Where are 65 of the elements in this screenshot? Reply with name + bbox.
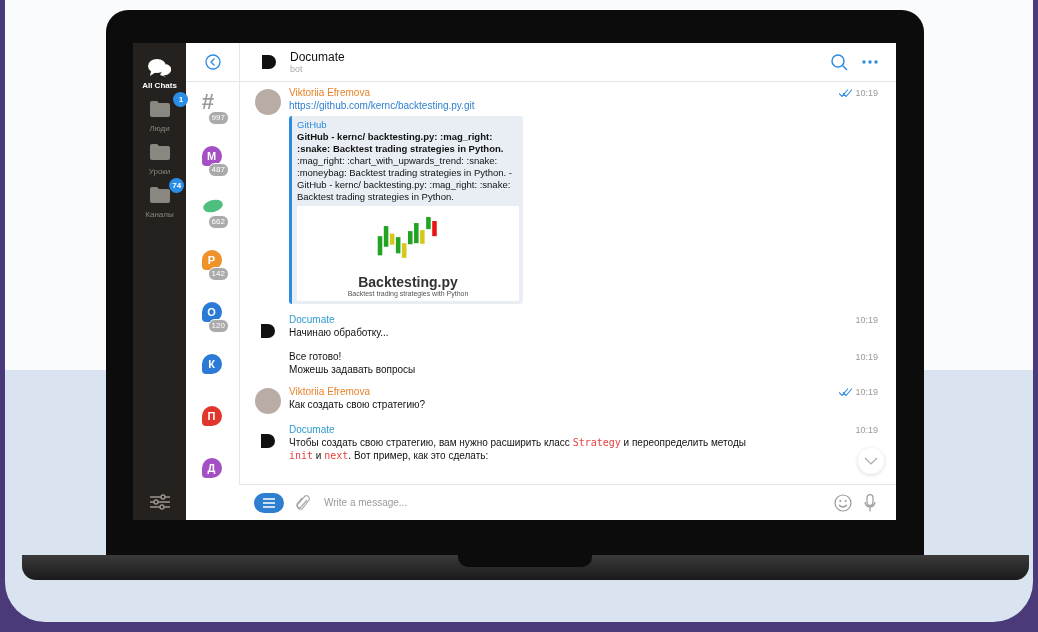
- more-icon[interactable]: [862, 60, 878, 64]
- message-input[interactable]: Write a message...: [322, 496, 822, 509]
- message-text: Чтобы создать свою стратегию, вам нужно расширить класс Strategy и переопределить методы init и next. Вот пример, как это сделать:: [289, 436, 746, 462]
- back-icon[interactable]: [204, 54, 221, 70]
- unread-count: 120: [207, 319, 229, 333]
- unread-badge: 74: [169, 178, 185, 193]
- unread-count: 487: [207, 163, 229, 177]
- preview-title: GitHub - kernc/ backtesting.py: :mag_right: :snake: Backtest trading strategies in Python.: [297, 131, 505, 155]
- unread-count: 662: [207, 215, 229, 229]
- menu-button[interactable]: [254, 492, 284, 513]
- chat-avatar: Д: [201, 458, 222, 478]
- message-author: Documate: [289, 423, 335, 436]
- message-text: https://github.com/kernc/backtesting.py.git: [289, 99, 475, 112]
- message-text: Начинаю обработку...: [289, 326, 389, 339]
- chat-item[interactable]: Р 142: [197, 250, 228, 283]
- folder-icon: [149, 187, 170, 203]
- avatar-photo-placeholder: [255, 388, 281, 414]
- preview-site: GitHub: [297, 119, 328, 131]
- bot-logo-icon: [262, 55, 276, 69]
- message-time: 10:19: [855, 351, 878, 362]
- search-icon[interactable]: [831, 53, 848, 71]
- chat-item[interactable]: Д: [197, 458, 228, 485]
- message-time: 10:19: [855, 424, 878, 435]
- link-preview-card[interactable]: [289, 116, 523, 304]
- message-author: Viktoriia Efremova: [289, 385, 370, 398]
- folder-icon: [149, 101, 170, 117]
- chat-avatar: Р: [201, 250, 222, 270]
- microphone-icon[interactable]: [864, 493, 876, 512]
- chat-title: Documate: [290, 50, 346, 64]
- message-time: 10:19: [855, 314, 878, 325]
- folder-tab[interactable]: Люди: [149, 101, 170, 133]
- message-time: 10:19: [855, 87, 878, 98]
- message-time: 10:19: [855, 386, 878, 397]
- chat-item[interactable]: О 120: [197, 302, 228, 335]
- unread-count: 142: [207, 267, 229, 281]
- emoji-icon[interactable]: [834, 493, 852, 512]
- unread-count: 997: [207, 111, 229, 125]
- settings-sliders-icon[interactable]: [149, 494, 170, 510]
- chat-avatar: #: [201, 94, 215, 110]
- folder-tab[interactable]: Уроки: [148, 144, 171, 176]
- folder-icon: [149, 144, 170, 160]
- chat-item[interactable]: К: [197, 354, 228, 387]
- chat-avatar: О: [201, 302, 222, 322]
- preview-description: :mag_right: :chart_with_upwards_trend: :snake: :moneybag: Backtest trading strategies in Python. - GitHub - kernc/ backtesting.py: :mag_right: :snake: Backtest trading strategies in Python.: [297, 155, 513, 203]
- avatar-photo-placeholder: [255, 89, 281, 115]
- chat-item[interactable]: П: [197, 406, 228, 439]
- message-text: Все готово! Можешь задавать вопросы: [289, 350, 416, 376]
- chat-avatar: М: [201, 146, 222, 166]
- chat-avatar: К: [201, 354, 222, 374]
- image-title: Backtesting.py: [358, 274, 458, 290]
- menu-icon: [263, 497, 275, 508]
- chat-avatar: П: [201, 406, 222, 426]
- bot-logo-icon: [261, 434, 275, 448]
- chevron-down-icon: [864, 457, 878, 465]
- chat-item[interactable]: М 487: [197, 146, 228, 179]
- chat-bubbles-icon: [147, 58, 172, 78]
- paperclip-icon[interactable]: [296, 493, 310, 512]
- chat-subtitle: bot: [290, 64, 304, 74]
- folder-tab[interactable]: All Chats: [142, 58, 177, 90]
- message-text: Как создать свою стратегию?: [289, 398, 426, 411]
- chat-item[interactable]: # 997: [197, 94, 228, 127]
- unread-badge: 1: [173, 92, 189, 107]
- bot-logo-icon: [261, 324, 275, 338]
- message-author: Documate: [289, 313, 335, 326]
- message-author: Viktoriia Efremova: [289, 86, 370, 99]
